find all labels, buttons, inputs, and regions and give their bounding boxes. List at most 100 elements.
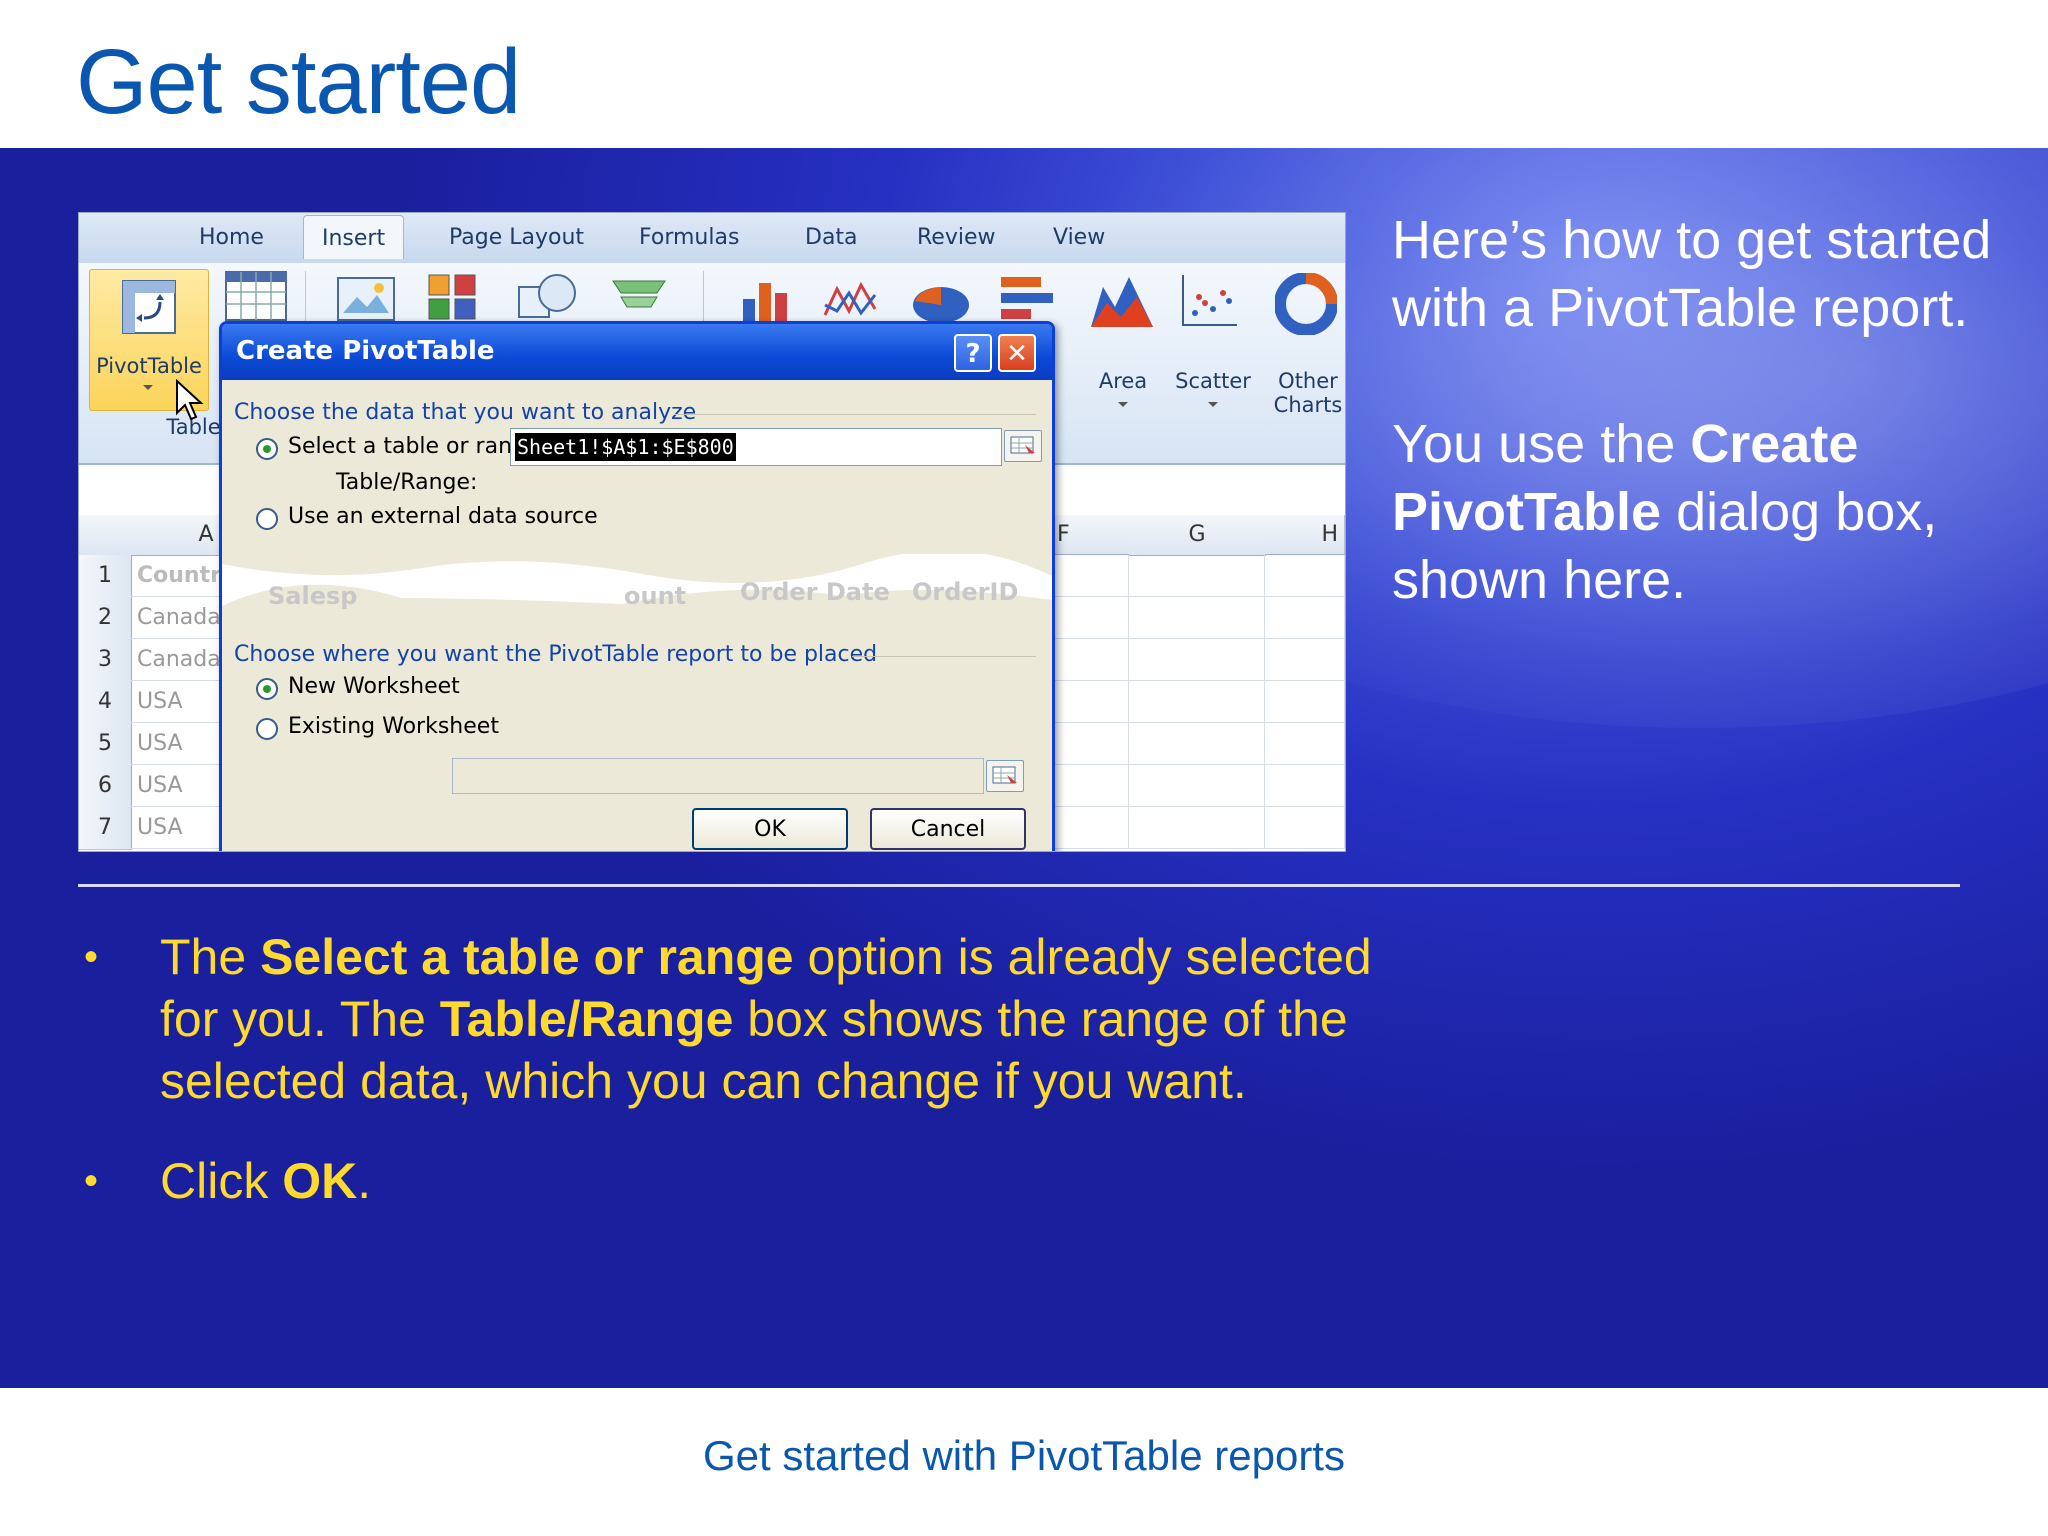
table-row[interactable] bbox=[1265, 681, 1345, 723]
bullet-item-2: • Click OK. bbox=[78, 1150, 1378, 1212]
other-charts-label[interactable]: Other Charts bbox=[1265, 369, 1345, 417]
tab-review[interactable]: Review bbox=[917, 225, 996, 250]
table-range-label: Table/Range: bbox=[336, 470, 478, 495]
tab-view[interactable]: View bbox=[1053, 225, 1105, 250]
table-row[interactable] bbox=[1129, 765, 1265, 807]
divider bbox=[674, 414, 1036, 415]
table-row[interactable] bbox=[1265, 555, 1345, 597]
range-picker-icon bbox=[992, 766, 1017, 784]
pie-chart-icon[interactable] bbox=[911, 279, 971, 325]
tab-data[interactable]: Data bbox=[805, 225, 858, 250]
radio-new-worksheet[interactable] bbox=[256, 678, 278, 700]
explanation-text: Here’s how to get started with a PivotTa… bbox=[1392, 206, 1992, 682]
table-row[interactable] bbox=[1129, 723, 1265, 765]
tab-formulas[interactable]: Formulas bbox=[639, 225, 739, 250]
table-row[interactable] bbox=[1049, 681, 1129, 723]
chevron-down-icon bbox=[143, 385, 153, 390]
picture-icon[interactable] bbox=[337, 277, 395, 321]
sheet-header-fragment: Order Date bbox=[740, 578, 890, 606]
table-row[interactable] bbox=[1265, 807, 1345, 849]
sheet-header-fragment: ount bbox=[624, 582, 687, 610]
other-charts-icon[interactable] bbox=[1275, 273, 1337, 335]
radio-existing-worksheet[interactable] bbox=[256, 718, 278, 740]
sheet-header-fragment: Salesp bbox=[268, 582, 358, 610]
intro-paragraph: Here’s how to get started with a PivotTa… bbox=[1392, 210, 1992, 338]
table-row[interactable] bbox=[1265, 765, 1345, 807]
range-picker-button[interactable] bbox=[1004, 430, 1042, 462]
option-new-worksheet-label[interactable]: New Worksheet bbox=[288, 674, 460, 699]
table-row[interactable] bbox=[1129, 807, 1265, 849]
dialog-paragraph: You use the Create PivotTable dialog box… bbox=[1392, 414, 1938, 610]
excel-screenshot: Home Insert Page Layout Formulas Data Re… bbox=[78, 212, 1346, 852]
help-icon[interactable]: ? bbox=[954, 334, 992, 372]
column-header-g[interactable]: G bbox=[1129, 515, 1266, 556]
section-choose-placement: Choose where you want the PivotTable rep… bbox=[234, 642, 878, 667]
smartart-icon[interactable] bbox=[607, 277, 671, 321]
slide-title: Get started bbox=[76, 31, 521, 133]
row-header-5[interactable]: 5 bbox=[79, 723, 132, 766]
shapes-icon[interactable] bbox=[515, 273, 579, 321]
chevron-down-icon bbox=[1208, 402, 1218, 407]
option-external-source-label[interactable]: Use an external data source bbox=[288, 504, 598, 529]
ribbon-tab-bar: Home Insert Page Layout Formulas Data Re… bbox=[79, 213, 1345, 263]
section-choose-data: Choose the data that you want to analyze bbox=[234, 400, 697, 425]
table-row[interactable] bbox=[1049, 555, 1129, 597]
row-header-4[interactable]: 4 bbox=[79, 681, 132, 724]
location-input[interactable] bbox=[452, 758, 984, 794]
option-existing-worksheet-label[interactable]: Existing Worksheet bbox=[288, 714, 499, 739]
row-header-2[interactable]: 2 bbox=[79, 597, 132, 640]
bullet-list: • The Select a table or range option is … bbox=[78, 926, 1378, 1250]
area-chart-icon[interactable] bbox=[1089, 273, 1155, 329]
table-row[interactable] bbox=[1129, 639, 1265, 681]
table-icon[interactable] bbox=[225, 271, 287, 321]
bar-chart-icon[interactable] bbox=[999, 273, 1055, 325]
bullet-item-1: • The Select a table or range option is … bbox=[78, 926, 1378, 1112]
table-range-value: Sheet1!$A$1:$E$800 bbox=[515, 433, 736, 461]
tab-insert[interactable]: Insert bbox=[303, 215, 405, 259]
tab-home[interactable]: Home bbox=[199, 225, 264, 250]
row-header-3[interactable]: 3 bbox=[79, 639, 132, 682]
cancel-button[interactable]: Cancel bbox=[870, 808, 1026, 850]
range-picker-icon bbox=[1010, 436, 1035, 454]
table-row[interactable] bbox=[1129, 555, 1265, 597]
bullet-dot-icon: • bbox=[84, 935, 99, 979]
close-icon[interactable]: ✕ bbox=[998, 334, 1036, 372]
table-row[interactable] bbox=[1049, 723, 1129, 765]
tab-page-layout[interactable]: Page Layout bbox=[449, 225, 584, 250]
divider bbox=[852, 656, 1036, 657]
table-row[interactable] bbox=[1129, 681, 1265, 723]
column-header-h[interactable]: H bbox=[1265, 515, 1345, 555]
row-header-1[interactable]: 1 bbox=[79, 555, 132, 598]
scatter-chart-icon[interactable] bbox=[1179, 273, 1239, 329]
table-row[interactable] bbox=[1129, 597, 1265, 639]
ok-button[interactable]: OK bbox=[692, 808, 848, 850]
table-row[interactable] bbox=[1265, 597, 1345, 639]
clip-art-icon[interactable] bbox=[427, 273, 479, 321]
radio-select-table[interactable] bbox=[256, 438, 278, 460]
scatter-button-label[interactable]: Scatter bbox=[1175, 369, 1251, 393]
create-pivottable-dialog: Create PivotTable ? ✕ Choose the data th… bbox=[219, 321, 1055, 851]
table-row[interactable] bbox=[1265, 723, 1345, 765]
select-all-corner[interactable] bbox=[79, 515, 132, 556]
dialog-title-bar[interactable]: Create PivotTable ? ✕ bbox=[222, 324, 1052, 380]
table-row[interactable] bbox=[1049, 765, 1129, 807]
table-range-input[interactable]: Sheet1!$A$1:$E$800 bbox=[510, 428, 1002, 466]
line-chart-icon[interactable] bbox=[821, 275, 881, 325]
location-picker-button[interactable] bbox=[986, 760, 1024, 792]
option-select-table-label[interactable]: Select a table or range bbox=[288, 434, 540, 459]
column-chart-icon[interactable] bbox=[737, 275, 797, 325]
area-button-label[interactable]: Area bbox=[1095, 369, 1151, 393]
slide-footer: Get started with PivotTable reports bbox=[703, 1432, 1345, 1479]
table-row[interactable] bbox=[1049, 639, 1129, 681]
table-row[interactable] bbox=[1049, 807, 1129, 849]
table-row[interactable] bbox=[1265, 639, 1345, 681]
radio-external-source[interactable] bbox=[256, 508, 278, 530]
row-header-6[interactable]: 6 bbox=[79, 765, 132, 808]
table-row[interactable] bbox=[1049, 597, 1129, 639]
row-header-7[interactable]: 7 bbox=[79, 807, 132, 850]
chevron-down-icon bbox=[1118, 402, 1128, 407]
sheet-header-fragment: OrderID bbox=[912, 578, 1019, 606]
horizontal-divider bbox=[78, 884, 1960, 887]
other-charts-label-line1: Other bbox=[1278, 369, 1338, 393]
bullet-dot-icon: • bbox=[84, 1159, 99, 1203]
